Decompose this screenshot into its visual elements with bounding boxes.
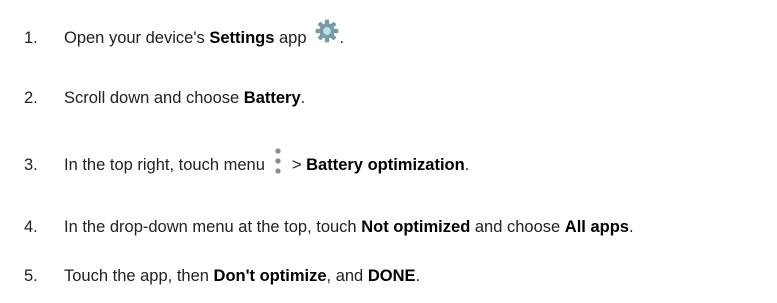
settings-gear-icon [315, 19, 338, 43]
step-text: and choose [470, 217, 565, 236]
more-vert-icon [275, 148, 281, 174]
step-text: Touch the app, then [64, 266, 214, 285]
step-text: , and [326, 266, 368, 285]
step-trail: . [300, 88, 306, 107]
step-number: 3. [24, 155, 38, 174]
step-trail: . [339, 28, 345, 47]
step-bold-settings: Settings [209, 28, 275, 47]
step-text: Open your device's [64, 28, 210, 47]
step-number: 2. [24, 88, 38, 107]
step-bold-not-optimized: Not optimized [361, 217, 471, 236]
step-number: 4. [24, 217, 38, 236]
instruction-steps: 1. Open your device's Settings app . 2. … [0, 0, 777, 303]
step-text: > [291, 155, 307, 174]
step-text: app [274, 28, 307, 47]
step-trail: . [628, 217, 634, 236]
step-3: 3. In the top right, touch menu > Batter… [0, 148, 470, 180]
step-bold-battery: Battery [243, 88, 301, 107]
step-4: 4. In the drop-down menu at the top, tou… [0, 212, 634, 242]
step-bold-all-apps: All apps [564, 217, 629, 236]
step-5: 5. Touch the app, then Don't optimize, a… [0, 261, 420, 291]
step-number: 1. [24, 28, 38, 47]
step-bold-battery-optimization: Battery optimization [306, 155, 465, 174]
step-text: Scroll down and choose [64, 88, 244, 107]
step-text: In the top right, touch menu [64, 155, 265, 174]
step-trail: . [464, 155, 470, 174]
step-trail: . [415, 266, 421, 285]
step-2: 2. Scroll down and choose Battery. [0, 83, 305, 113]
step-bold-dont-optimize: Don't optimize [213, 266, 327, 285]
step-number: 5. [24, 266, 38, 285]
step-bold-done: DONE [367, 266, 416, 285]
step-text: In the drop-down menu at the top, touch [64, 217, 362, 236]
step-1: 1. Open your device's Settings app . [0, 19, 345, 53]
